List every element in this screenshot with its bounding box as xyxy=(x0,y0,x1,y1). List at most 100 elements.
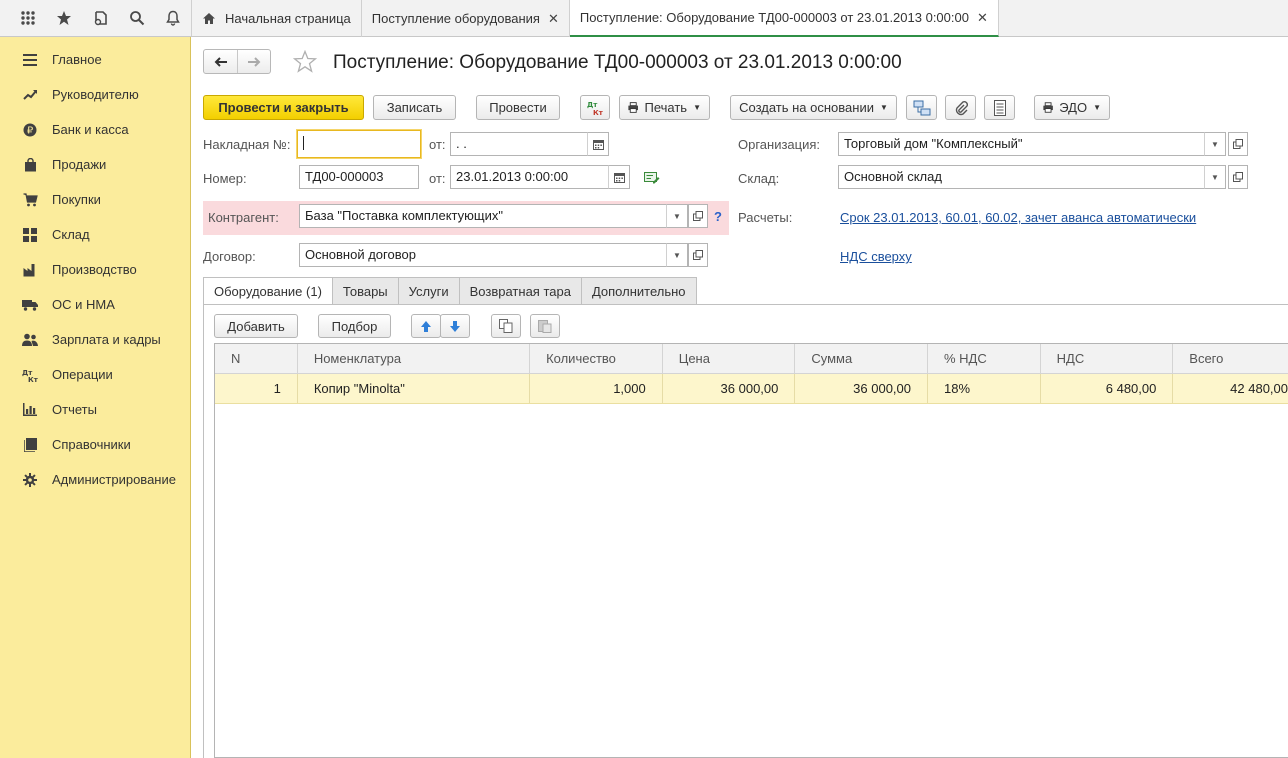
sidebar-item-label: Операции xyxy=(52,367,113,382)
organization-field[interactable]: Торговый дом "Комплексный" xyxy=(838,132,1205,156)
contractor-dropdown-button[interactable]: ▼ xyxy=(666,204,688,228)
calendar-button[interactable] xyxy=(587,132,609,156)
add-row-button[interactable]: Добавить xyxy=(214,314,298,338)
warehouse-dropdown-button[interactable]: ▼ xyxy=(1204,165,1226,189)
cell-nomenclature[interactable]: Копир "Minolta" xyxy=(298,374,531,403)
sidebar-item-management[interactable]: Руководителю xyxy=(0,77,190,112)
tab-current-document[interactable]: Поступление: Оборудование ТД00-000003 от… xyxy=(569,0,999,37)
tab-returnable-packaging[interactable]: Возвратная тара xyxy=(458,277,582,304)
sidebar-item-fixed-assets[interactable]: ОС и НМА xyxy=(0,287,190,322)
help-icon[interactable]: ? xyxy=(714,209,722,224)
back-button[interactable] xyxy=(204,50,237,73)
paste-rows-button[interactable] xyxy=(530,314,560,338)
organization-open-button[interactable] xyxy=(1228,132,1248,156)
sidebar-item-main[interactable]: Главное xyxy=(0,42,190,77)
column-header-quantity[interactable]: Количество xyxy=(530,344,663,373)
column-header-sum[interactable]: Сумма xyxy=(795,344,928,373)
calendar-icon xyxy=(613,172,625,183)
report-list-button[interactable] xyxy=(984,95,1015,120)
sidebar-item-label: ОС и НМА xyxy=(52,297,115,312)
vat-link[interactable]: НДС сверху xyxy=(840,249,912,264)
ruble-coin-icon: ₽ xyxy=(22,122,38,138)
open-window-icon xyxy=(1233,139,1243,149)
tab-goods[interactable]: Товары xyxy=(331,277,399,304)
contractor-open-button[interactable] xyxy=(688,204,708,228)
invoice-date-input[interactable]: . . xyxy=(450,132,588,156)
close-icon[interactable]: ✕ xyxy=(548,11,559,27)
sidebar-item-reports[interactable]: Отчеты xyxy=(0,392,190,427)
close-icon[interactable]: ✕ xyxy=(977,10,988,26)
column-header-n[interactable]: N xyxy=(215,344,298,373)
warehouse-field[interactable]: Основной склад xyxy=(838,165,1205,189)
favorite-star-icon[interactable] xyxy=(292,49,318,76)
svg-text:Дт: Дт xyxy=(587,101,598,109)
settlements-link[interactable]: Срок 23.01.2013, 60.01, 60.02, зачет ава… xyxy=(840,210,1196,225)
paperclip-icon xyxy=(955,100,968,115)
forward-button[interactable] xyxy=(237,50,270,73)
sidebar-item-administration[interactable]: Администрирование xyxy=(0,462,190,497)
cell-price[interactable]: 36 000,00 xyxy=(663,374,796,403)
number-edit-icon[interactable] xyxy=(644,171,660,187)
move-up-button[interactable] xyxy=(411,314,441,338)
tab-equipment-receipts[interactable]: Поступление оборудования ✕ xyxy=(362,0,570,37)
contract-dropdown-button[interactable]: ▼ xyxy=(666,243,688,267)
cell-vat-rate[interactable]: 18% xyxy=(928,374,1041,403)
cell-total[interactable]: 42 480,00 xyxy=(1173,374,1288,403)
svg-text:Кт: Кт xyxy=(593,109,604,117)
column-header-total[interactable]: Всего xyxy=(1173,344,1288,373)
pick-button[interactable]: Подбор xyxy=(318,314,391,338)
chevron-down-icon: ▼ xyxy=(673,250,681,260)
print-button[interactable]: Печать ▼ xyxy=(619,95,710,120)
form-tabs: Оборудование (1) Товары Услуги Возвратна… xyxy=(203,277,697,305)
column-header-vat[interactable]: НДС xyxy=(1041,344,1174,373)
sidebar-item-catalogs[interactable]: Справочники xyxy=(0,427,190,462)
contract-open-button[interactable] xyxy=(688,243,708,267)
history-icon[interactable] xyxy=(82,0,118,37)
sidebar-item-production[interactable]: Производство xyxy=(0,252,190,287)
sidebar-item-label: Банк и касса xyxy=(52,122,129,137)
cell-vat[interactable]: 6 480,00 xyxy=(1041,374,1174,403)
favorites-star-icon[interactable] xyxy=(46,0,82,37)
top-icon-panel xyxy=(0,0,192,36)
warehouse-label: Склад: xyxy=(738,171,780,186)
create-based-on-button[interactable]: Создать на основании ▼ xyxy=(730,95,897,120)
number-field[interactable]: ТД00-000003 xyxy=(299,165,419,189)
apps-grid-icon[interactable] xyxy=(10,0,46,37)
notifications-bell-icon[interactable] xyxy=(155,0,191,37)
dtkt-report-button[interactable]: Дт Кт xyxy=(580,95,610,120)
invoice-number-input[interactable] xyxy=(297,130,421,158)
column-header-vat-rate[interactable]: % НДС xyxy=(928,344,1041,373)
sidebar-item-operations[interactable]: Дт Кт Операции xyxy=(0,357,190,392)
post-button[interactable]: Провести xyxy=(476,95,560,120)
tab-home[interactable]: Начальная страница xyxy=(192,0,362,37)
tab-additional[interactable]: Дополнительно xyxy=(580,277,697,304)
save-button[interactable]: Записать xyxy=(373,95,456,120)
sidebar-item-bank[interactable]: ₽ Банк и касса xyxy=(0,112,190,147)
sidebar-item-warehouse[interactable]: Склад xyxy=(0,217,190,252)
sidebar-item-sales[interactable]: Продажи xyxy=(0,147,190,182)
warehouse-open-button[interactable] xyxy=(1228,165,1248,189)
tab-equipment[interactable]: Оборудование (1) xyxy=(203,277,333,305)
attachments-button[interactable] xyxy=(945,95,976,120)
sidebar-item-purchases[interactable]: Покупки xyxy=(0,182,190,217)
contract-field[interactable]: Основной договор xyxy=(299,243,668,267)
tab-services[interactable]: Услуги xyxy=(397,277,460,304)
document-date-input[interactable]: 23.01.2013 0:00:00 xyxy=(450,165,609,189)
equipment-table: N Номенклатура Количество Цена Сумма % Н… xyxy=(214,343,1288,758)
edo-button[interactable]: ЭДО ▼ xyxy=(1034,95,1110,120)
copy-rows-button[interactable] xyxy=(491,314,521,338)
people-icon xyxy=(22,332,38,348)
column-header-nomenclature[interactable]: Номенклатура xyxy=(298,344,531,373)
cell-quantity[interactable]: 1,000 xyxy=(530,374,663,403)
search-icon[interactable] xyxy=(119,0,155,37)
structure-button[interactable] xyxy=(906,95,937,120)
sidebar-item-salary[interactable]: Зарплата и кадры xyxy=(0,322,190,357)
calendar-button[interactable] xyxy=(608,165,630,189)
organization-dropdown-button[interactable]: ▼ xyxy=(1204,132,1226,156)
table-row[interactable]: 1 Копир "Minolta" 1,000 36 000,00 36 000… xyxy=(215,374,1288,404)
move-down-button[interactable] xyxy=(440,314,470,338)
cell-sum[interactable]: 36 000,00 xyxy=(795,374,929,403)
column-header-price[interactable]: Цена xyxy=(663,344,796,373)
post-and-close-button[interactable]: Провести и закрыть xyxy=(203,95,364,120)
contractor-field[interactable]: База "Поставка комплектующих" xyxy=(299,204,668,228)
